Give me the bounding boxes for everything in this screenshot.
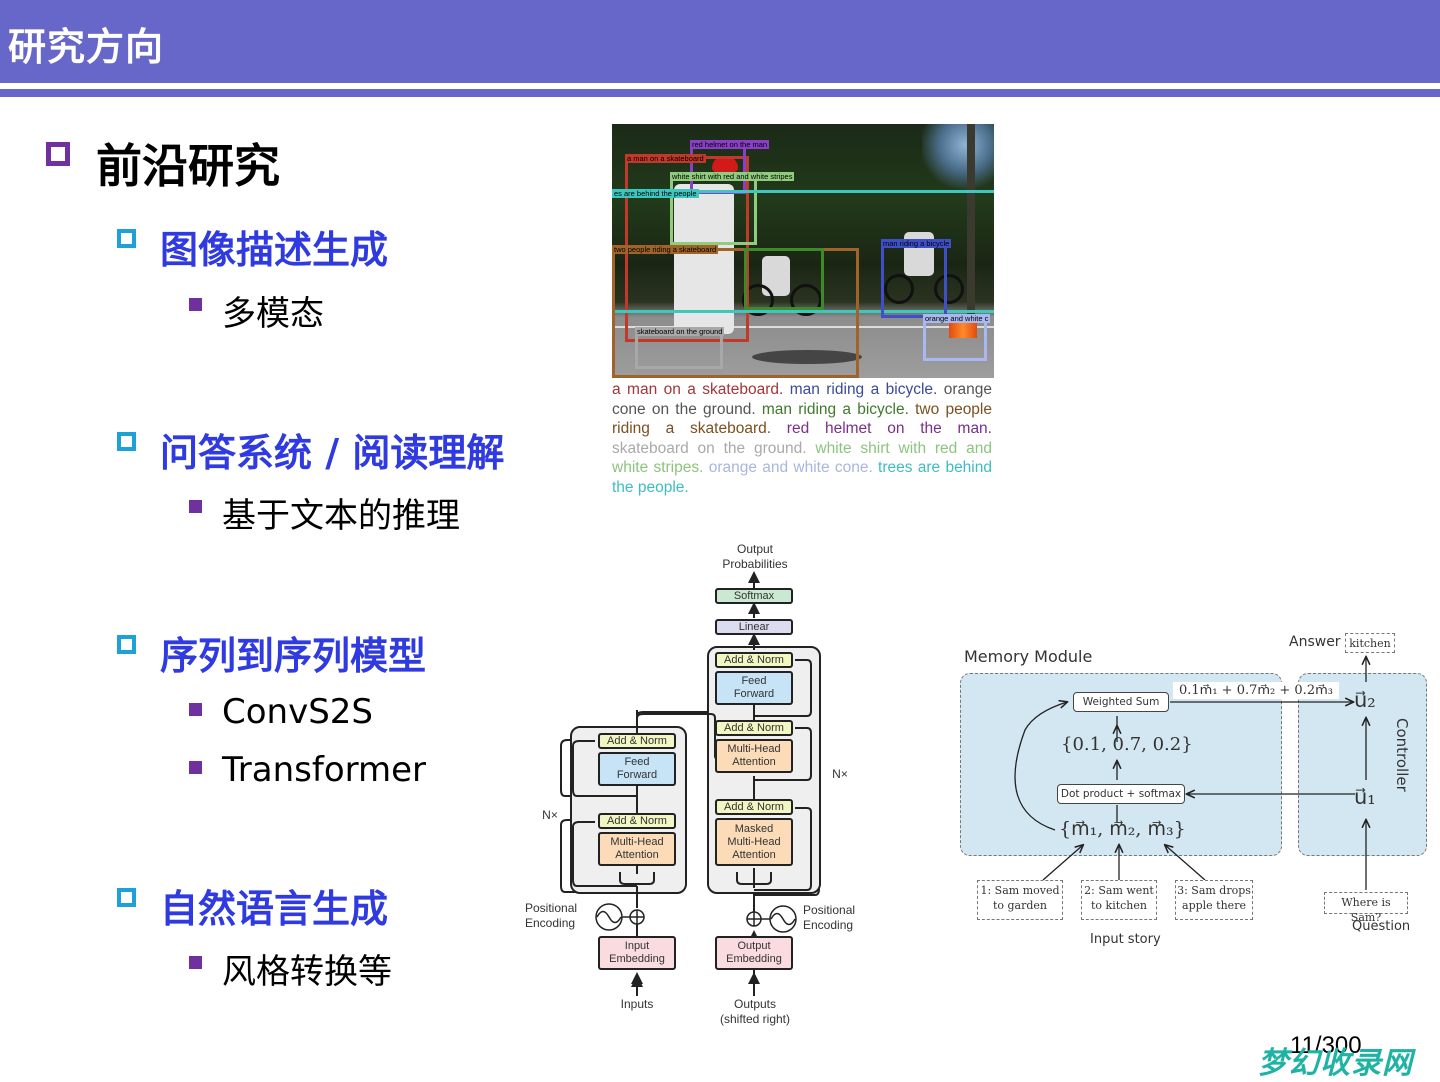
story-sentence-1: 1: Sam moved to garden	[977, 880, 1063, 920]
header-divider	[0, 89, 1440, 97]
subitem-bullet-icon	[189, 761, 202, 774]
caption-segment: skateboard on the ground.	[612, 439, 816, 457]
u2-vector: u⃗₂	[1354, 688, 1376, 712]
caption-segment: red helmet on the man.	[786, 420, 992, 438]
story-sentence-3: 3: Sam drops apple there	[1175, 880, 1253, 920]
outputs-label: Outputs (shifted right)	[719, 997, 791, 1026]
subitem-text-reasoning: 基于文本的推理	[222, 496, 460, 536]
bbox-orange-cone	[923, 319, 987, 361]
bbox-man-bicycle-green	[744, 248, 824, 310]
subitem-bullet-icon	[189, 500, 202, 513]
topic-qa-reading: 问答系统 / 阅读理解	[160, 431, 505, 475]
bbox-label: orange and white c	[923, 314, 991, 323]
dense-caption-photo: red helmet on the man a man on a skatebo…	[612, 124, 994, 378]
question-box: Where is Sam?	[1324, 892, 1408, 924]
bbox-label: red helmet on the man	[690, 140, 770, 149]
u1-vector: u⃗₁	[1354, 785, 1376, 809]
subitem-style-transfer: 风格转换等	[222, 952, 392, 992]
subitem-bullet-icon	[189, 956, 202, 969]
bbox-label: es are behind the people	[612, 189, 699, 198]
level1-heading: 前沿研究	[96, 139, 280, 193]
level1-bullet-icon	[46, 142, 70, 166]
slide-header: 研究方向	[0, 0, 1440, 83]
subitem-transformer: Transformer	[222, 750, 427, 790]
topic-image-captioning: 图像描述生成	[160, 228, 389, 272]
memory-network-diagram: Memory Module Controller Answer kitchen …	[955, 630, 1440, 950]
topic-bullet-icon	[117, 635, 136, 654]
subitem-multimodal: 多模态	[222, 294, 324, 334]
bbox-label: skateboard on the ground	[635, 327, 725, 336]
memory-vectors: {m⃗₁, m⃗₂, m⃗₃}	[1059, 818, 1186, 840]
bbox-label: white shirt with red and white stripes	[670, 172, 795, 181]
attention-weights: {0.1, 0.7, 0.2}	[1061, 734, 1193, 755]
topic-bullet-icon	[117, 432, 136, 451]
weighted-formula: 0.1m⃗₁ + 0.7m⃗₂ + 0.2m⃗₃	[1173, 682, 1339, 699]
caption-segment: a man on a skateboard.	[612, 381, 790, 398]
input-story-label: Input story	[1090, 932, 1161, 947]
dense-caption-text: a man on a skateboard. man riding a bicy…	[612, 380, 992, 498]
bbox-label: a man on a skateboard	[625, 154, 706, 163]
subitem-bullet-icon	[189, 703, 202, 716]
bbox-white-shirt	[670, 177, 757, 245]
slide-title: 研究方向	[8, 25, 165, 69]
dot-product-softmax-box: Dot product + softmax	[1057, 784, 1185, 804]
transformer-diagram: Output Probabilities Softmax Linear Add …	[525, 540, 865, 1035]
topic-seq2seq: 序列到序列模型	[160, 634, 427, 678]
inputs-label: Inputs	[620, 997, 654, 1011]
sky-patch	[922, 124, 994, 194]
caption-segment: man riding a bicycle.	[761, 400, 916, 418]
bbox-label: two people riding a skateboard	[612, 245, 719, 254]
topic-nlg: 自然语言生成	[160, 887, 389, 931]
bbox-man-bicycle-blue	[881, 244, 947, 318]
question-label: Question	[1352, 919, 1411, 934]
caption-segment: man riding a bicycle.	[789, 381, 944, 398]
caption-segment: orange and white cone.	[708, 459, 879, 477]
topic-bullet-icon	[117, 888, 136, 907]
watermark: 梦幻收录网	[1258, 1046, 1413, 1081]
topic-bullet-icon	[117, 229, 136, 248]
tree-trunk	[967, 124, 975, 314]
weighted-sum-box: Weighted Sum	[1073, 692, 1169, 712]
bbox-label: man riding a bicycle	[881, 239, 952, 248]
subitem-convs2s: ConvS2S	[222, 692, 374, 732]
story-sentence-2: 2: Sam went to kitchen	[1081, 880, 1157, 920]
subitem-bullet-icon	[189, 298, 202, 311]
